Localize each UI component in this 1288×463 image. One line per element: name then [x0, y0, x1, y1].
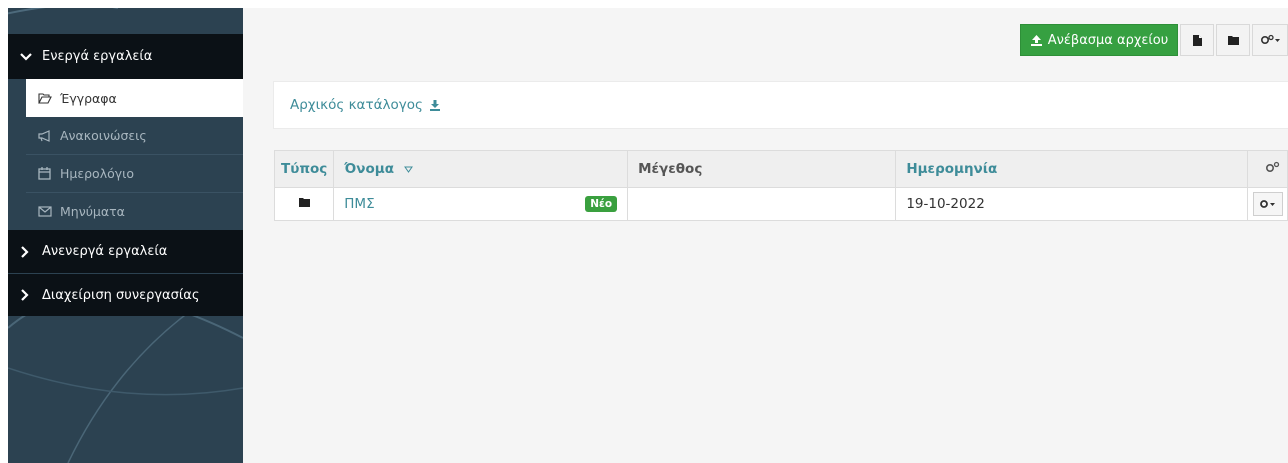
envelope-icon — [38, 206, 54, 217]
new-badge: Νέο — [585, 196, 618, 212]
column-header-size: Μέγεθος — [627, 150, 897, 188]
cell-actions — [1247, 187, 1288, 221]
cell-size — [627, 187, 897, 221]
sort-down-icon — [403, 166, 413, 173]
new-folder-button[interactable] — [1216, 24, 1250, 56]
sidebar-item-label: Ανακοινώσεις — [60, 128, 147, 143]
folder-name-link[interactable]: ΠΜΣ — [344, 196, 374, 212]
table-header-row: Τύπος Όνομα Μέγεθος Ημερομηνία — [273, 150, 1288, 188]
gears-icon — [1260, 34, 1280, 46]
column-header-date[interactable]: Ημερομηνία — [895, 150, 1248, 188]
sidebar-section-inactive-tools[interactable]: Ανενεργά εργαλεία — [8, 230, 243, 273]
download-icon[interactable] — [429, 99, 441, 111]
sidebar: Ενεργά εργαλεία Έγγραφα Ανακοινώσεις Ημε… — [8, 8, 243, 463]
gear-icon — [1259, 199, 1277, 209]
file-icon — [1192, 34, 1203, 47]
upload-file-label: Ανέβασμα αρχείου — [1047, 32, 1169, 48]
cell-type — [273, 187, 335, 221]
upload-icon — [1030, 34, 1043, 46]
chevron-right-icon — [20, 289, 34, 301]
breadcrumb: Αρχικός κατάλογος — [273, 81, 1288, 129]
files-table: Τύπος Όνομα Μέγεθος Ημερομηνία ΠΜΣ Νέο 1… — [273, 150, 1288, 221]
breadcrumb-root-link[interactable]: Αρχικός κατάλογος — [290, 97, 423, 113]
sidebar-item-calendar[interactable]: Ημερολόγιο — [26, 155, 243, 193]
settings-dropdown-button[interactable] — [1252, 24, 1288, 56]
sidebar-item-label: Μηνύματα — [60, 204, 125, 219]
sidebar-section-manage[interactable]: Διαχείριση συνεργασίας — [8, 274, 243, 316]
folder-open-icon — [38, 92, 54, 104]
folder-icon — [1227, 35, 1240, 46]
cell-name: ΠΜΣ Νέο — [333, 187, 629, 221]
sidebar-item-label: Έγγραφα — [60, 90, 117, 106]
sidebar-section-label: Διαχείριση συνεργασίας — [42, 287, 200, 303]
column-header-actions — [1247, 150, 1288, 188]
gears-icon — [1265, 161, 1281, 174]
column-header-name-label: Όνομα — [344, 161, 394, 177]
sidebar-item-announcements[interactable]: Ανακοινώσεις — [26, 117, 243, 155]
column-header-type[interactable]: Τύπος — [273, 150, 335, 188]
chevron-down-icon — [20, 52, 34, 62]
bullhorn-icon — [38, 129, 54, 142]
table-row[interactable]: ΠΜΣ Νέο 19-10-2022 — [273, 187, 1288, 221]
sidebar-section-label: Ενεργά εργαλεία — [42, 49, 153, 64]
upload-file-button[interactable]: Ανέβασμα αρχείου — [1020, 24, 1178, 56]
row-actions-dropdown[interactable] — [1253, 192, 1283, 216]
column-header-name[interactable]: Όνομα — [333, 150, 629, 188]
sidebar-item-messages[interactable]: Μηνύματα — [26, 193, 243, 231]
sidebar-item-documents[interactable]: Έγγραφα — [26, 79, 243, 117]
cell-date: 19-10-2022 — [895, 187, 1248, 221]
chevron-right-icon — [20, 245, 34, 258]
sidebar-section-label: Ανενεργά εργαλεία — [42, 244, 168, 259]
new-document-button[interactable] — [1180, 24, 1214, 56]
app-frame: Ενεργά εργαλεία Έγγραφα Ανακοινώσεις Ημε… — [8, 8, 1288, 463]
calendar-icon — [38, 167, 54, 180]
folder-icon — [298, 197, 311, 208]
sidebar-item-label: Ημερολόγιο — [60, 166, 135, 181]
toolbar: Ανέβασμα αρχείου — [1020, 24, 1288, 56]
sidebar-section-active-tools[interactable]: Ενεργά εργαλεία — [8, 34, 243, 79]
